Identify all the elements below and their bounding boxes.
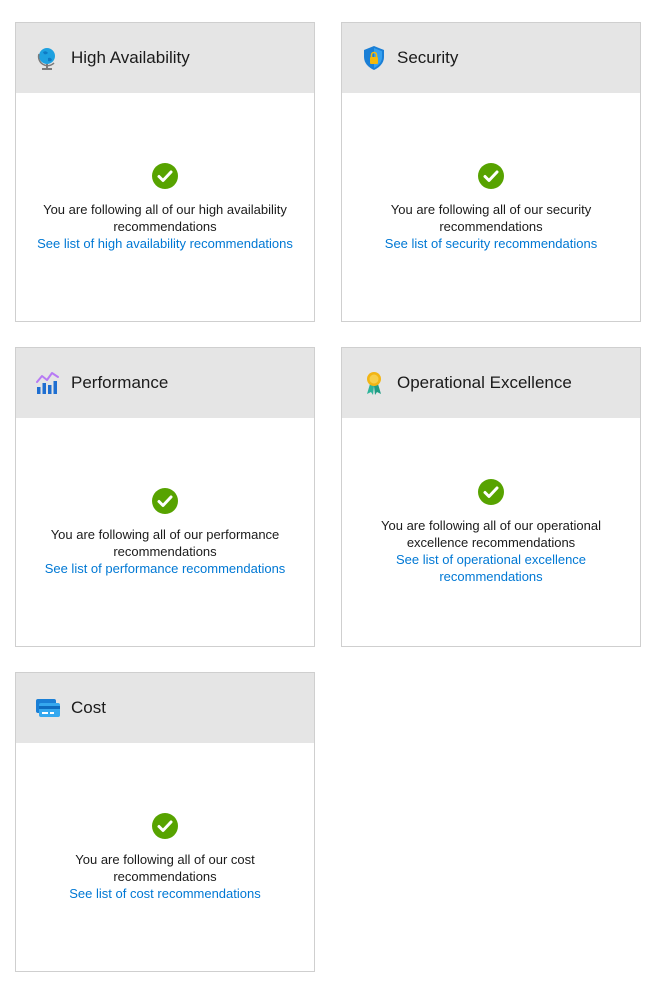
card-performance: Performance You are following all of our… — [15, 347, 315, 647]
card-high-availability: High Availability You are following all … — [15, 22, 315, 322]
card-header: Operational Excellence — [342, 348, 640, 418]
card-body: You are following all of our operational… — [342, 418, 640, 646]
card-header: Security — [342, 23, 640, 93]
check-circle-icon — [152, 812, 178, 839]
check-circle-icon — [478, 479, 504, 505]
card-header: Performance — [16, 348, 314, 418]
recommendations-link[interactable]: See list of performance recommendations — [45, 560, 286, 577]
status-message: You are following all of our high availa… — [43, 201, 287, 234]
status-message: You are following all of our operational… — [381, 518, 601, 550]
recommendations-link[interactable]: See list of high availability recommenda… — [37, 235, 293, 252]
card-security: Security You are following all of our se… — [341, 22, 641, 322]
check-circle-icon — [152, 162, 178, 189]
card-operational-excellence: Operational Excellence You are following… — [341, 347, 641, 647]
card-title: High Availability — [71, 48, 190, 67]
recommendations-link[interactable]: See list of cost recommendations — [69, 885, 260, 902]
card-body: You are following all of our performance… — [16, 418, 314, 646]
card-body: You are following all of our high availa… — [16, 93, 314, 321]
recommendations-link[interactable]: See list of operational excellence recom… — [360, 551, 622, 585]
globe-icon — [35, 45, 61, 71]
card-title: Performance — [71, 373, 169, 392]
card-title: Operational Excellence — [397, 373, 572, 392]
shield-lock-icon — [361, 45, 387, 71]
card-header: High Availability — [16, 23, 314, 93]
performance-chart-icon — [35, 370, 61, 396]
card-cost: Cost You are following all of our cost r… — [15, 672, 315, 972]
check-circle-icon — [152, 487, 178, 514]
status-message: You are following all of our cost recomm… — [75, 851, 255, 884]
credit-card-icon — [35, 695, 61, 721]
status-message: You are following all of our security re… — [390, 201, 592, 234]
status-message: You are following all of our performance… — [50, 526, 280, 559]
card-header: Cost — [16, 673, 314, 743]
card-body: You are following all of our security re… — [342, 93, 640, 321]
check-circle-icon — [478, 162, 504, 189]
card-body: You are following all of our cost recomm… — [16, 743, 314, 971]
award-ribbon-icon — [361, 370, 387, 396]
card-title: Security — [397, 48, 459, 67]
recommendations-link[interactable]: See list of security recommendations — [385, 235, 597, 252]
card-title: Cost — [71, 698, 106, 717]
